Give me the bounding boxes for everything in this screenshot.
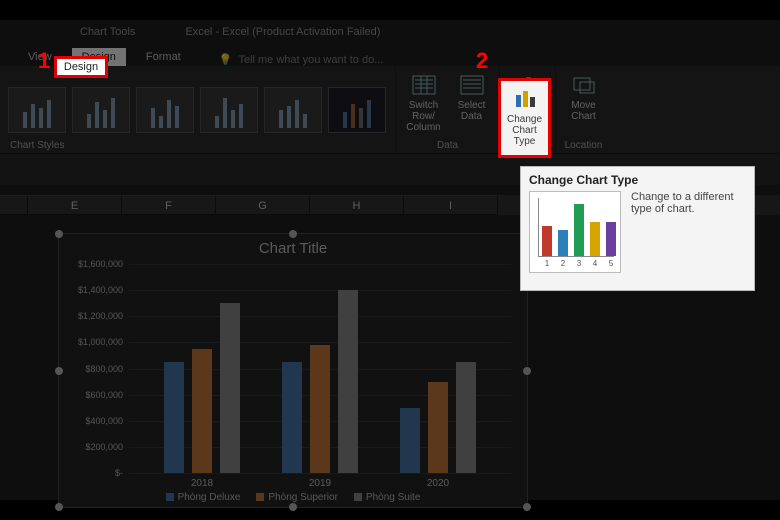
resize-handle[interactable] xyxy=(55,367,63,375)
chart-plot-area[interactable]: $-$200,000$400,000$600,000$800,000$1,000… xyxy=(129,264,511,473)
tooltip-title: Change Chart Type xyxy=(529,173,746,187)
resize-handle[interactable] xyxy=(289,230,297,238)
bar[interactable] xyxy=(192,349,212,473)
chart-style-thumb[interactable] xyxy=(72,87,130,133)
change-chart-type-label: Change Chart Type xyxy=(501,114,548,147)
x-axis-tick: 1 xyxy=(542,259,552,268)
legend-label: Phòng Superior xyxy=(268,492,338,503)
callout-number-2: 2 xyxy=(476,48,488,74)
embedded-chart[interactable]: Chart Title $-$200,000$400,000$600,000$8… xyxy=(58,233,528,508)
select-data-icon xyxy=(458,72,486,98)
chart-style-thumb[interactable] xyxy=(136,87,194,133)
chart-style-thumb[interactable] xyxy=(264,87,322,133)
x-axis-tick: 5 xyxy=(606,259,616,268)
y-axis-tick: $200,000 xyxy=(67,442,123,452)
chart-style-thumb[interactable] xyxy=(8,87,66,133)
group-label-styles: Chart Styles xyxy=(10,140,64,151)
switch-row-column-button[interactable]: Switch Row/ Column xyxy=(401,70,447,135)
column-header[interactable]: H xyxy=(310,195,404,215)
resize-handle[interactable] xyxy=(289,503,297,511)
tell-me-search[interactable]: 💡 Tell me what you want to do... xyxy=(219,53,384,66)
column-header[interactable]: E xyxy=(28,195,122,215)
legend-item[interactable]: Phòng Superior xyxy=(256,492,338,503)
bar[interactable] xyxy=(338,290,358,473)
title-bar: Chart Tools Excel - Excel (Product Activ… xyxy=(0,20,780,44)
x-axis-tick: 2 xyxy=(558,259,568,268)
legend-item[interactable]: Phòng Deluxe xyxy=(166,492,241,503)
chart-style-thumb[interactable] xyxy=(328,87,386,133)
resize-handle[interactable] xyxy=(523,503,531,511)
column-header[interactable]: G xyxy=(216,195,310,215)
bar[interactable] xyxy=(282,362,302,473)
switch-row-column-icon xyxy=(410,72,438,98)
switch-row-column-label: Switch Row/ Column xyxy=(405,100,443,133)
legend-swatch xyxy=(354,493,362,501)
resize-handle[interactable] xyxy=(523,367,531,375)
legend-label: Phòng Suite xyxy=(366,492,421,503)
bar xyxy=(542,226,552,256)
y-axis-tick: $400,000 xyxy=(67,416,123,426)
ribbon-group-location: Move Chart Location xyxy=(555,66,611,153)
bar[interactable] xyxy=(310,345,330,473)
ribbon-tabs: View Design Format 💡 Tell me what you wa… xyxy=(0,44,780,66)
chart-style-thumb[interactable] xyxy=(200,87,258,133)
chart-tools-label: Chart Tools xyxy=(80,26,135,38)
move-chart-button[interactable]: Move Chart xyxy=(561,70,607,124)
x-axis-tick: 2019 xyxy=(275,478,365,489)
bar[interactable] xyxy=(400,408,420,473)
change-chart-type-icon xyxy=(512,87,538,114)
group-label-data: Data xyxy=(396,140,499,151)
x-axis-tick: 4 xyxy=(590,259,600,268)
y-axis-tick: $1,600,000 xyxy=(67,259,123,269)
x-axis-tick: 2018 xyxy=(157,478,247,489)
tooltip-change-chart-type: Change Chart Type 12345 Change to a diff… xyxy=(520,166,755,291)
tell-me-placeholder: Tell me what you want to do... xyxy=(238,54,383,66)
window-title: Excel - Excel (Product Activation Failed… xyxy=(185,26,380,38)
chart-title[interactable]: Chart Title xyxy=(59,234,527,263)
resize-handle[interactable] xyxy=(55,503,63,511)
resize-handle[interactable] xyxy=(55,230,63,238)
y-axis-tick: $600,000 xyxy=(67,390,123,400)
y-axis-tick: $1,400,000 xyxy=(67,285,123,295)
tab-format[interactable]: Format xyxy=(136,48,191,66)
tooltip-thumbnail: 12345 xyxy=(529,191,621,273)
bar[interactable] xyxy=(220,303,240,473)
bar[interactable] xyxy=(164,362,184,473)
ribbon-group-data: Switch Row/ Column Select Data Data xyxy=(395,66,499,153)
tab-design-highlight[interactable]: Design xyxy=(57,59,105,75)
legend-label: Phòng Deluxe xyxy=(178,492,241,503)
select-all-corner[interactable] xyxy=(0,195,28,215)
legend-swatch xyxy=(256,493,264,501)
move-chart-label: Move Chart xyxy=(571,100,595,122)
y-axis-tick: $1,000,000 xyxy=(67,337,123,347)
select-data-label: Select Data xyxy=(458,100,486,122)
ribbon: Chart Styles Switch Row/ Column Select D… xyxy=(0,66,780,154)
move-chart-icon xyxy=(570,72,598,98)
group-label-location: Location xyxy=(556,140,611,151)
legend-swatch xyxy=(166,493,174,501)
select-data-button[interactable]: Select Data xyxy=(449,70,495,135)
column-header[interactable]: F xyxy=(122,195,216,215)
callout-number-1: 1 xyxy=(38,48,50,74)
y-axis-tick: $- xyxy=(67,468,123,478)
bar[interactable] xyxy=(456,362,476,473)
change-chart-type-button-highlight[interactable]: Change Chart Type xyxy=(501,81,548,155)
bar xyxy=(606,222,616,256)
x-axis-tick: 2020 xyxy=(393,478,483,489)
bar xyxy=(558,230,568,256)
column-header[interactable]: I xyxy=(404,195,498,215)
lightbulb-icon: 💡 xyxy=(219,53,233,66)
tooltip-text: Change to a different type of chart. xyxy=(631,191,746,273)
y-axis-tick: $800,000 xyxy=(67,364,123,374)
chart-legend[interactable]: Phòng Deluxe Phòng Superior Phòng Suite xyxy=(59,492,527,503)
y-axis-tick: $1,200,000 xyxy=(67,311,123,321)
chart-styles-gallery[interactable]: Chart Styles xyxy=(0,66,395,153)
bar xyxy=(574,204,584,256)
bar[interactable] xyxy=(428,382,448,473)
legend-item[interactable]: Phòng Suite xyxy=(354,492,421,503)
bar xyxy=(590,222,600,256)
x-axis-tick: 3 xyxy=(574,259,584,268)
